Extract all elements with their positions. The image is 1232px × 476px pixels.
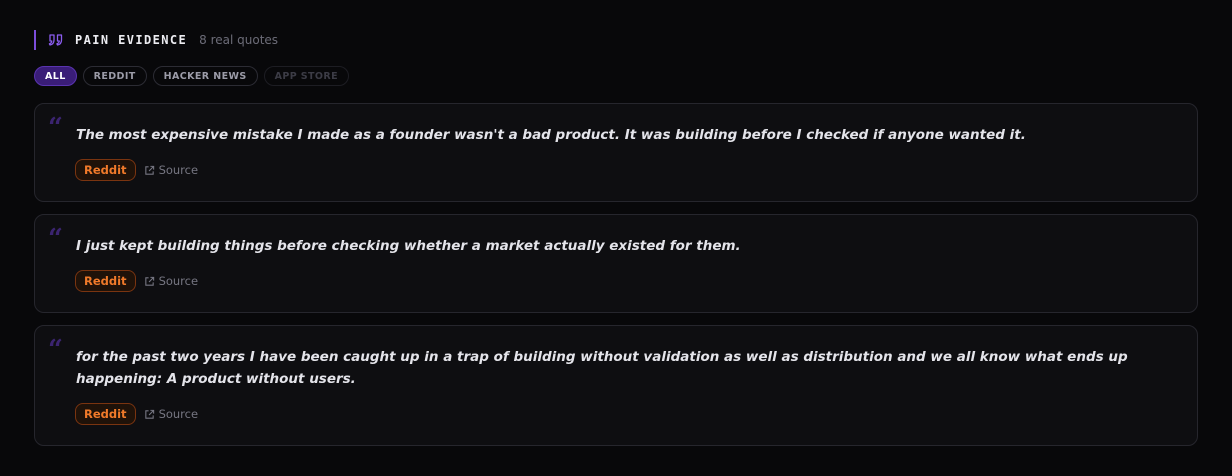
source-label: Source [158,274,199,288]
source-link[interactable]: Source [144,407,199,421]
section-title: PAIN EVIDENCE [75,33,188,47]
external-link-icon [144,165,154,175]
filter-reddit[interactable]: REDDIT [82,66,147,86]
quote-meta: Reddit Source [75,403,198,425]
quote-card: “ The most expensive mistake I made as a… [34,103,1198,202]
quote-text: The most expensive mistake I made as a f… [76,127,1026,143]
quote-icon [48,32,64,48]
filter-hacker-news[interactable]: HACKER NEWS [152,66,258,86]
quote-text: for the past two years I have been caugh… [76,349,1128,387]
open-quote-icon: “ [48,335,63,365]
source-link[interactable]: Source [144,274,199,288]
source-label: Source [158,407,199,421]
quote-card: “ for the past two years I have been cau… [34,325,1198,446]
platform-badge: Reddit [75,159,136,181]
section-header: PAIN EVIDENCE 8 real quotes [34,30,278,50]
quote-count: 8 real quotes [199,33,279,47]
quote-meta: Reddit Source [75,270,198,292]
source-link[interactable]: Source [144,163,199,177]
platform-badge: Reddit [75,270,136,292]
filter-app-store: APP STORE [263,66,349,86]
open-quote-icon: “ [48,224,63,254]
filter-all[interactable]: ALL [34,66,77,86]
external-link-icon [144,409,154,419]
open-quote-icon: “ [48,113,63,143]
external-link-icon [144,276,154,286]
platform-badge: Reddit [75,403,136,425]
quote-text: I just kept building things before check… [76,238,741,254]
quote-card: “ I just kept building things before che… [34,214,1198,313]
source-label: Source [158,163,199,177]
source-filter-bar: ALL REDDIT HACKER NEWS APP STORE [34,66,349,86]
quote-meta: Reddit Source [75,159,198,181]
